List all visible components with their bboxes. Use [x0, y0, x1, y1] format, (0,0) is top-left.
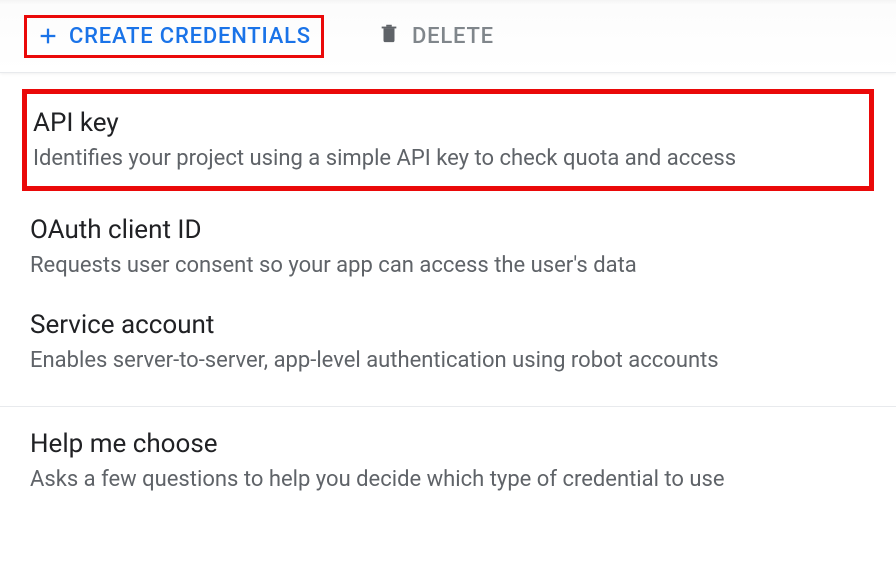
- create-credentials-button[interactable]: CREATE CREDENTIALS: [24, 15, 324, 58]
- toolbar: CREATE CREDENTIALS DELETE: [0, 0, 896, 73]
- menu-item-title: Help me choose: [30, 429, 866, 459]
- menu-item-desc: Asks a few questions to help you decide …: [30, 465, 866, 495]
- menu-separator: [0, 406, 896, 407]
- trash-icon: [378, 20, 400, 52]
- delete-button[interactable]: DELETE: [368, 14, 504, 58]
- plus-icon: [37, 25, 59, 47]
- menu-item-title: OAuth client ID: [30, 215, 866, 245]
- menu-item-title: Service account: [30, 310, 866, 340]
- menu-item-desc: Identifies your project using a simple A…: [33, 144, 863, 174]
- menu-item-api-key[interactable]: API key Identifies your project using a …: [22, 89, 874, 191]
- create-credentials-label: CREATE CREDENTIALS: [69, 24, 311, 49]
- menu-item-service-account[interactable]: Service account Enables server-to-server…: [0, 296, 896, 392]
- menu-item-desc: Requests user consent so your app can ac…: [30, 251, 866, 281]
- menu-item-oauth-client-id[interactable]: OAuth client ID Requests user consent so…: [0, 191, 896, 297]
- delete-label: DELETE: [412, 24, 494, 49]
- credentials-menu: API key Identifies your project using a …: [0, 89, 896, 511]
- menu-item-title: API key: [33, 108, 863, 138]
- menu-item-desc: Enables server-to-server, app-level auth…: [30, 346, 866, 376]
- menu-item-help-me-choose[interactable]: Help me choose Asks a few questions to h…: [0, 415, 896, 511]
